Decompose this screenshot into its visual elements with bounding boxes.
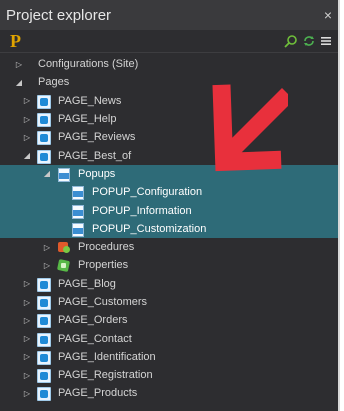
tree-row-label: PAGE_Products <box>58 387 138 400</box>
collapsed-arrow-icon[interactable]: ▷ <box>22 334 32 343</box>
tree-row[interactable]: ◢ PAGE_Best_of <box>0 146 338 164</box>
collapsed-arrow-icon[interactable]: ▷ <box>22 316 32 325</box>
collapsed-arrow-icon[interactable]: ▷ <box>22 371 32 380</box>
page-icon <box>36 130 52 146</box>
tree-row-label: PAGE_News <box>58 94 122 107</box>
page-icon <box>36 350 52 365</box>
properties-icon <box>56 258 72 272</box>
tree-row[interactable]: ▷ PAGE_Customers <box>0 293 338 311</box>
tree-row-label: PAGE_Registration <box>58 369 153 382</box>
tree-row-label: PAGE_Customers <box>58 296 148 308</box>
expanded-arrow-icon[interactable]: ◢ <box>22 151 32 160</box>
page-icon <box>36 112 52 128</box>
page-icon <box>36 313 52 329</box>
collapsed-arrow-icon[interactable]: ▷ <box>22 133 32 142</box>
page-icon <box>36 332 52 347</box>
panel-titlebar: Project explorer × <box>0 0 338 30</box>
page-icon <box>36 386 52 402</box>
panel-toolbar: P <box>0 30 338 53</box>
tree-row-label: Popups <box>78 167 116 180</box>
tree-row-label: PAGE_Help <box>58 113 117 126</box>
collapsed-arrow-icon[interactable]: ▷ <box>14 60 24 69</box>
close-icon[interactable]: × <box>324 7 332 23</box>
logo: P <box>10 30 21 51</box>
tree-row[interactable]: ▷ PAGE_Contact <box>0 329 338 347</box>
popup-icon <box>70 204 86 219</box>
tree-row[interactable]: ◢ Pages <box>0 73 338 91</box>
tree-row[interactable]: ▷ PAGE_News <box>0 92 338 110</box>
tree-row-label: Procedures <box>78 241 135 254</box>
tree-row[interactable]: ▷ Procedures <box>0 238 338 256</box>
tree-row[interactable]: ◢ Popups <box>0 164 338 184</box>
tree-row-label: PAGE_Best_of <box>58 149 132 162</box>
tree-row[interactable]: ▷ Properties <box>0 256 338 274</box>
tree-row[interactable]: ▷ Configurations (Site) <box>0 55 338 73</box>
panel-title: Project explorer <box>6 6 112 24</box>
tree-row[interactable]: ▷ PAGE_Blog <box>0 275 338 293</box>
page-icon <box>36 94 52 109</box>
sync-icon[interactable] <box>302 34 316 48</box>
page-icon <box>36 149 52 164</box>
collapsed-arrow-icon[interactable]: ▷ <box>22 352 32 361</box>
project-tree: ▷ Configurations (Site) ◢ Pages ▷ PAGE_News ▷ P… <box>0 53 338 403</box>
popup-icon <box>70 185 86 201</box>
collapsed-arrow-icon[interactable]: ▷ <box>22 279 32 288</box>
collapsed-arrow-icon[interactable]: ▷ <box>42 261 52 270</box>
tree-row[interactable]: POPUP_Configuration <box>0 183 338 202</box>
tree-row-label: PAGE_Identification <box>58 350 156 363</box>
collapsed-arrow-icon[interactable]: ▷ <box>22 389 32 398</box>
tree-row-label: PAGE_Reviews <box>58 131 136 144</box>
tree-row[interactable]: ▷ PAGE_Help <box>0 110 338 128</box>
tree-row-label: PAGE_Blog <box>58 277 116 290</box>
search-icon[interactable] <box>284 34 298 48</box>
collapsed-arrow-icon[interactable]: ▷ <box>22 115 32 124</box>
menu-icon[interactable] <box>320 35 332 47</box>
tree-row[interactable]: ▷ PAGE_Registration <box>0 366 338 384</box>
tree-row-label: POPUP_Configuration <box>92 186 203 199</box>
tree-row-label: Configurations (Site) <box>38 58 139 71</box>
popup-icon <box>70 222 86 237</box>
collapsed-arrow-icon[interactable]: ▷ <box>22 96 32 105</box>
toolbar-tools <box>284 34 332 48</box>
expanded-arrow-icon[interactable]: ◢ <box>14 78 24 87</box>
tree-row-label: POPUP_Information <box>92 204 192 217</box>
collapsed-arrow-icon[interactable]: ▷ <box>22 298 32 307</box>
tree-row[interactable]: ▷ PAGE_Orders <box>0 311 338 329</box>
expanded-arrow-icon[interactable]: ◢ <box>42 169 52 178</box>
tree-row-label: PAGE_Contact <box>58 332 132 345</box>
tree-row[interactable]: ▷ PAGE_Identification <box>0 348 338 366</box>
popup-icon <box>56 167 72 182</box>
project-explorer-panel: Project explorer × P ▷ Configurations (S… <box>0 0 338 411</box>
page-icon <box>36 295 52 310</box>
page-icon <box>36 368 52 384</box>
page-icon <box>36 277 52 292</box>
tree-row-label: Pages <box>38 76 70 89</box>
tree-row-label: Properties <box>78 259 129 272</box>
tree-row-label: PAGE_Orders <box>58 314 128 327</box>
tree-row-label: POPUP_Customization <box>92 222 207 235</box>
tree-row[interactable]: POPUP_Customization <box>0 219 338 238</box>
tree-row[interactable]: ▷ PAGE_Reviews <box>0 128 338 146</box>
tree-row[interactable]: ▷ PAGE_Products <box>0 384 338 402</box>
procedures-icon <box>56 240 72 254</box>
collapsed-arrow-icon[interactable]: ▷ <box>42 243 52 252</box>
tree-row[interactable]: POPUP_Information <box>0 201 338 220</box>
